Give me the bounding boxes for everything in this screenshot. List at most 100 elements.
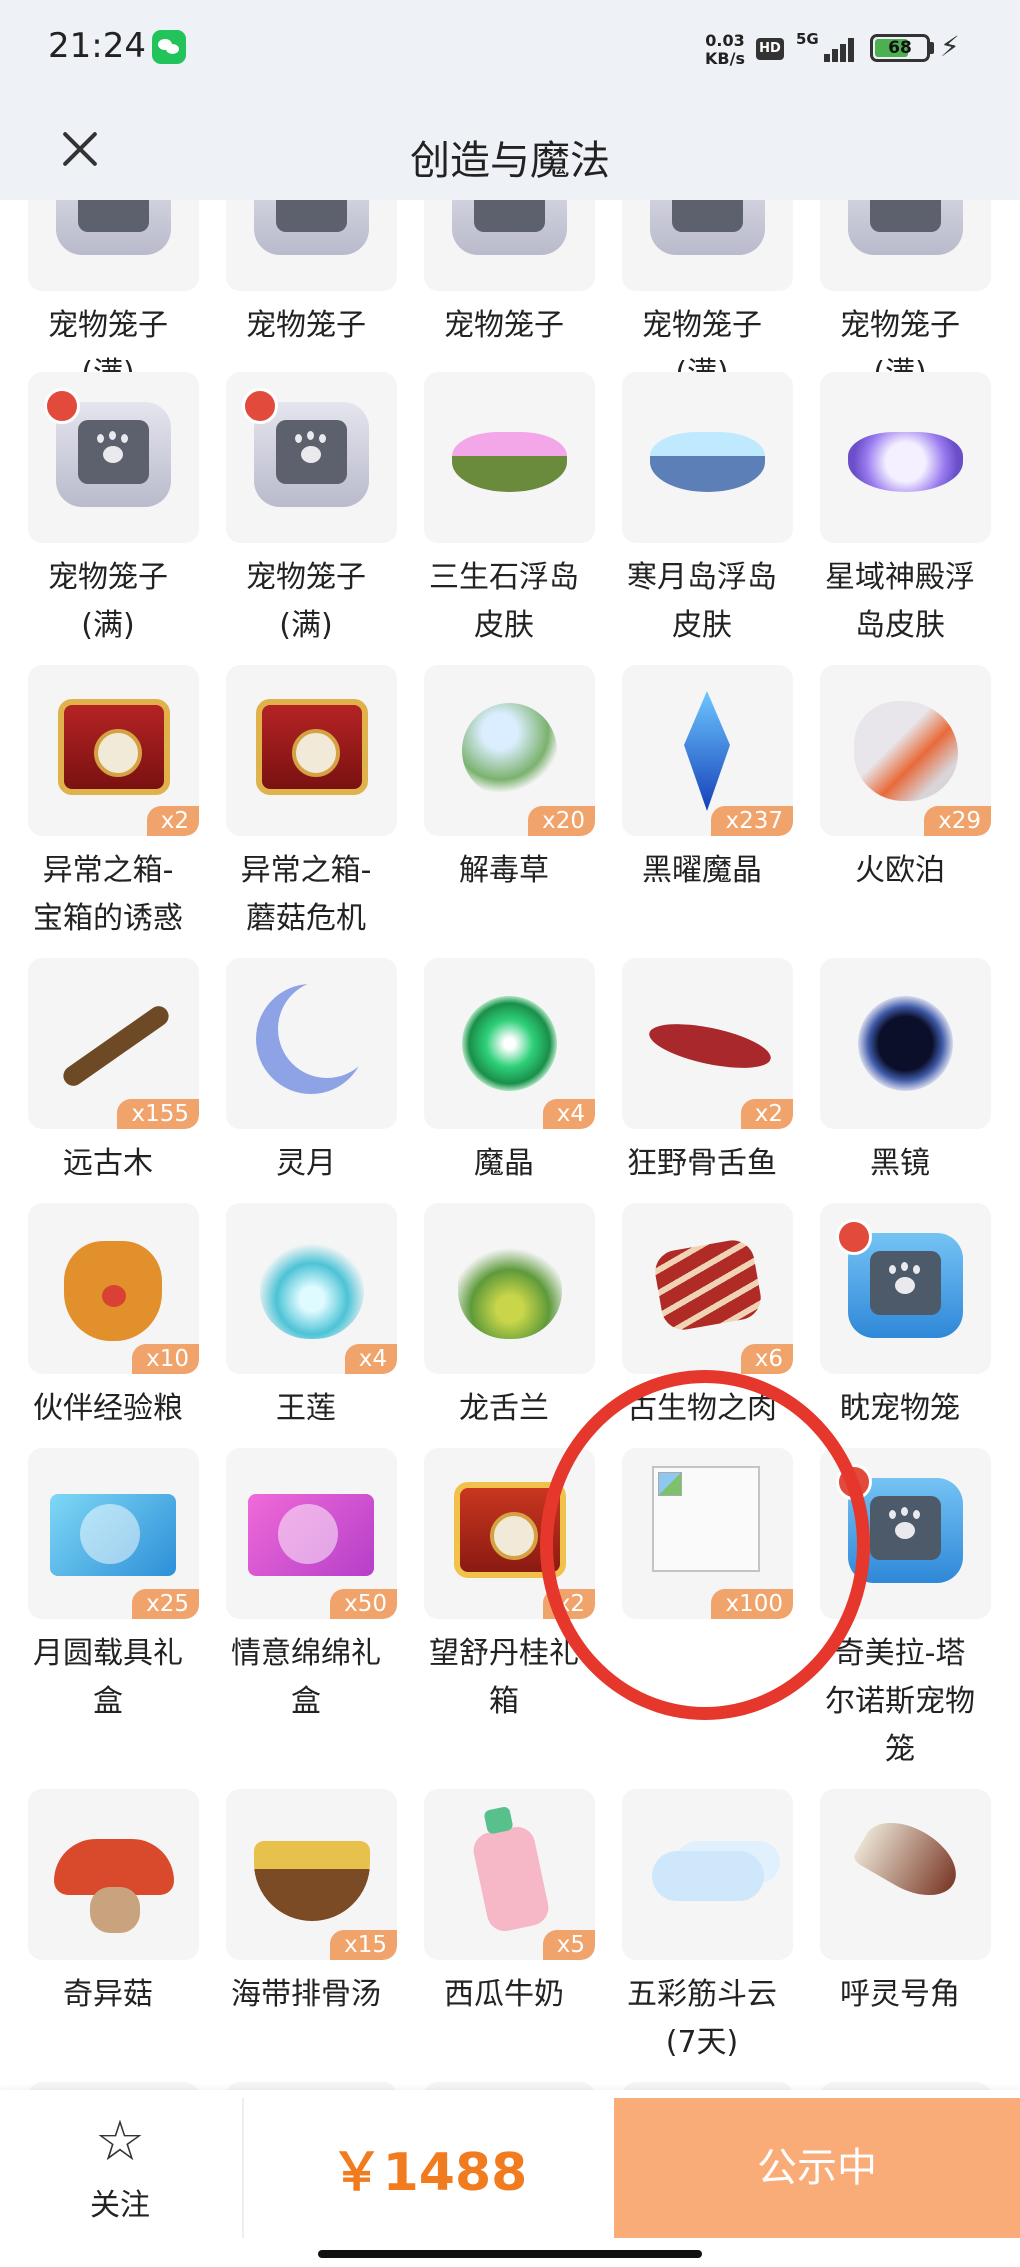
item-image: x50 [226,1448,397,1619]
item-name: 火欧泊 [855,853,945,888]
item-image [622,1789,793,1960]
item-name: 异常之箱- 蘑菇危机 [240,853,372,936]
chest-art [256,699,368,795]
signal-bar [840,44,846,62]
herb-art [462,703,557,798]
paw-badge-icon [836,1219,872,1255]
item-name: 西瓜牛奶 [444,1977,564,2012]
item-image: x4 [226,1203,397,1374]
network-speed-unit: KB/s [705,49,745,68]
horn-art [851,1808,969,1910]
quantity-badge: x50 [330,1589,397,1619]
agave-art [458,1239,562,1339]
battery-icon: 68 [870,34,930,62]
item-image [622,200,793,291]
item-name: 王莲 [276,1391,336,1426]
item-name: 灵月 [276,1146,336,1181]
status-bar: 21:24 0.03 KB/s HD 5G 68 ⚡ [0,0,1020,100]
item-image [820,372,991,543]
paw-icon [94,434,132,466]
wood-art [59,1002,173,1090]
fish-art [645,1015,775,1077]
pet-cage-art [650,200,765,255]
quantity-badge: x25 [132,1589,199,1619]
item-name: 狂野骨舌鱼 [627,1146,777,1181]
item-image: x6 [622,1203,793,1374]
star-icon: ☆ [94,2109,146,2174]
pet-cage-art [848,200,963,255]
item-name: 黑镜 [870,1146,930,1181]
item-name: 海带排骨汤 [231,1977,381,2012]
item-name: 宠物笼子(满) [48,560,168,643]
item-name: 星域神殿浮 岛皮肤 [825,560,975,643]
signal-bar [832,49,838,62]
quantity-badge: x20 [528,806,595,836]
page-title: 创造与魔法 [410,138,610,184]
follow-button[interactable]: ☆ 关注 [40,2110,200,2230]
mirror-art [858,996,953,1091]
chest-art [58,699,170,795]
home-indicator[interactable] [318,2250,702,2258]
item-image [226,200,397,291]
network-speed: 0.03 KB/s [700,32,750,68]
item-name: 远古木 [63,1146,153,1181]
wechat-icon [152,30,186,64]
item-name: 三生石浮岛 皮肤 [429,560,579,643]
item-image [424,2082,595,2090]
pet-cage-art [56,200,171,255]
item-name: 五彩筋斗云 (7天) [627,1977,777,2060]
item-image [226,665,397,836]
milk-bottle-art [470,1823,552,1935]
battery-percent: 68 [888,38,912,58]
item-name: 宠物笼子 [444,308,564,343]
quantity-badge: x5 [542,1930,595,1960]
item-name: 黑曜魔晶 [642,853,762,888]
item-name: 月圆载具礼盒 [33,1636,183,1719]
gift-box-art [248,1494,374,1576]
floating-island-art [650,432,765,492]
item-image [226,2082,397,2090]
item-image: x2 [28,665,199,836]
item-name: 魔晶 [474,1146,534,1181]
header: 创造与魔法 [0,100,1020,200]
public-notice-button[interactable]: 公示中 [614,2098,1020,2238]
item-name: 奇异菇 [63,1977,153,2012]
pet-cage-art [254,200,369,255]
item-image: x5 [424,1789,595,1960]
item-image: x10 [28,1203,199,1374]
quantity-badge: x2 [146,806,199,836]
item-image: x20 [424,665,595,836]
follow-label: 关注 [90,2188,150,2223]
item-image [226,958,397,1129]
item-image [622,2082,793,2090]
item-image [820,2082,991,2090]
item-image: x4 [424,958,595,1129]
gift-box-art [50,1494,176,1576]
moon-art [256,984,366,1094]
quantity-badge: x155 [117,1099,199,1129]
quantity-badge: x10 [132,1344,199,1374]
lotus-art [260,1239,364,1339]
paw-icon [292,434,330,466]
clock: 21:24 [48,26,146,66]
item-image [226,372,397,543]
network-type: 5G [796,30,819,48]
item-image [424,1203,595,1374]
quantity-badge: x15 [330,1930,397,1960]
opal-art [854,701,958,801]
paw-icon [886,1265,924,1297]
cloud-art [652,1851,764,1901]
item-grid: 宠物笼子(满) 宠物笼子 宠物笼子 宠物笼子(满) 宠物笼子(满) 宠物笼子(满… [0,200,1020,2090]
item-image [424,372,595,543]
quantity-badge: x4 [344,1344,397,1374]
item-image [28,2082,199,2090]
item-image: x237 [622,665,793,836]
quantity-badge: x2 [740,1099,793,1129]
item-image: x29 [820,665,991,836]
paw-badge-icon [242,388,278,424]
battery-cap [930,42,934,54]
item-name: 寒月岛浮岛 皮肤 [627,560,777,643]
magic-crystal-art [462,996,557,1091]
item-image [820,200,991,291]
floating-island-art [452,432,567,492]
